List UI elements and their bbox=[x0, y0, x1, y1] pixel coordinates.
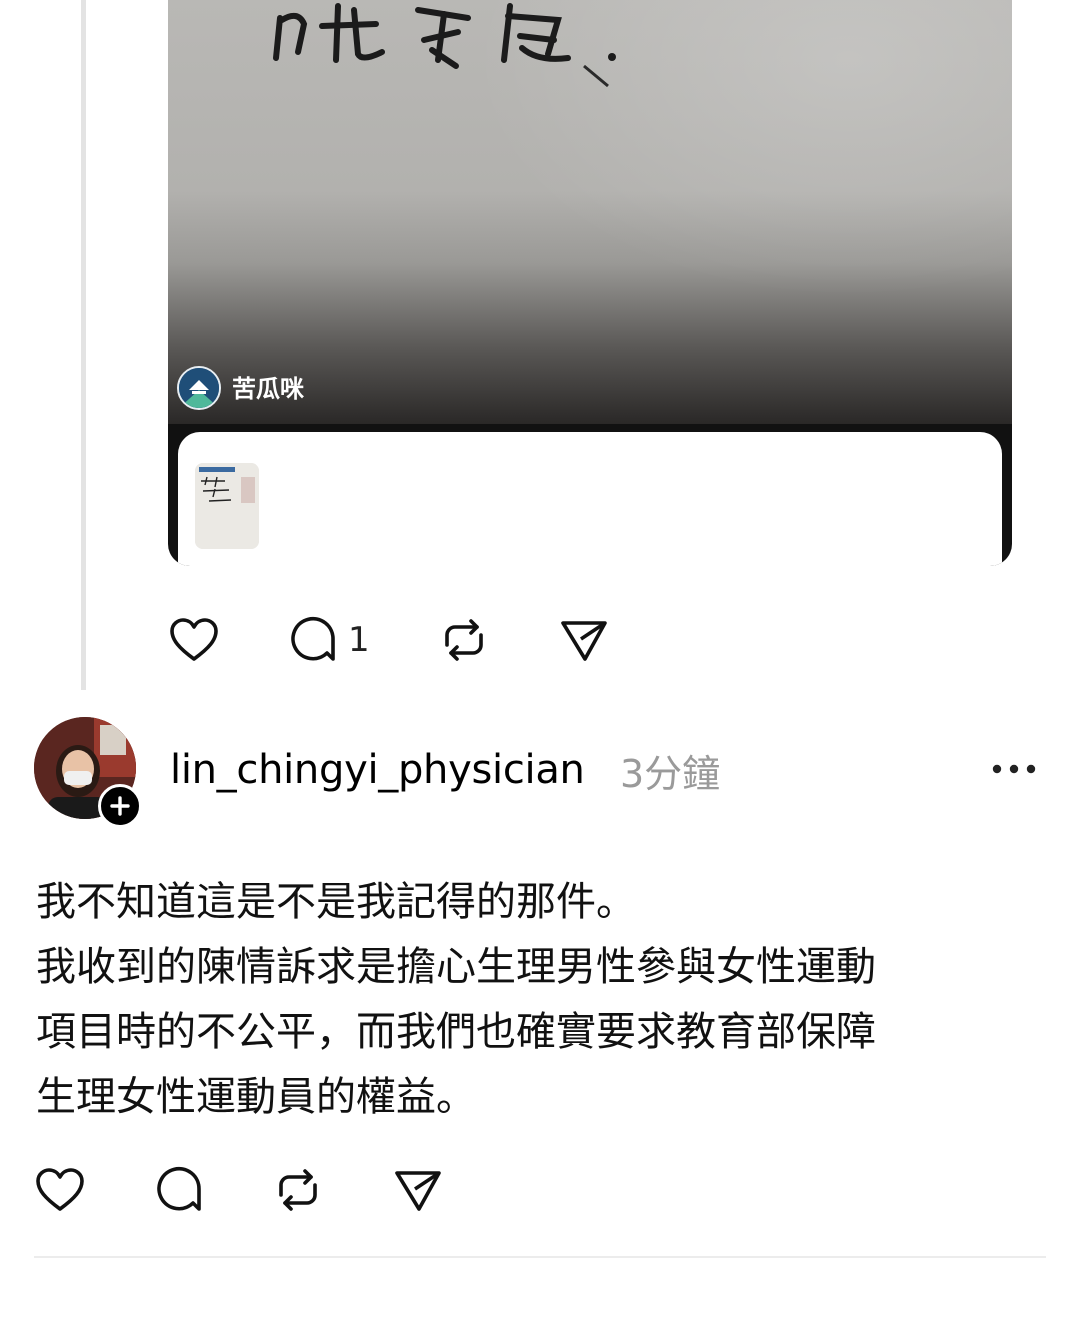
repost-button[interactable] bbox=[436, 612, 492, 668]
post-text-line: 我收到的陳情訴求是擔心生理男性參與女性運動 bbox=[36, 944, 876, 990]
source-logo-icon[interactable] bbox=[177, 366, 221, 410]
send-icon bbox=[395, 1171, 441, 1211]
comment-icon bbox=[157, 1166, 201, 1211]
link-thumbnail bbox=[195, 463, 259, 549]
share-button[interactable] bbox=[390, 1162, 446, 1218]
more-horizontal-icon bbox=[992, 764, 1036, 774]
repost-icon bbox=[279, 1169, 317, 1211]
reply-button[interactable] bbox=[152, 1162, 208, 1218]
post-timestamp: 3分鐘 bbox=[620, 752, 721, 796]
post-text-line: 我不知道這是不是我記得的那件。 bbox=[36, 879, 636, 925]
repost-button[interactable] bbox=[270, 1162, 326, 1218]
more-options-button[interactable] bbox=[986, 748, 1042, 790]
reply-count: 1 bbox=[348, 620, 370, 660]
plus-icon bbox=[110, 796, 130, 816]
heart-icon bbox=[170, 618, 218, 661]
thread-line bbox=[81, 0, 86, 690]
post-text-line: 生理女性運動員的權益。 bbox=[36, 1074, 476, 1120]
username[interactable]: lin_chingyi_physician bbox=[170, 744, 585, 796]
embedded-video-card[interactable]: 苦瓜咪 bbox=[168, 0, 1012, 566]
video-frame[interactable]: 苦瓜咪 bbox=[168, 0, 1012, 424]
repost-icon bbox=[445, 619, 483, 661]
media-source-name[interactable]: 苦瓜咪 bbox=[232, 374, 304, 404]
post-text: 我不知道這是不是我記得的那件。 我收到的陳情訴求是擔心生理男性參與女性運動 項目… bbox=[36, 870, 996, 1130]
follow-button[interactable] bbox=[98, 784, 142, 828]
post-divider bbox=[34, 1256, 1046, 1258]
share-button[interactable] bbox=[556, 612, 612, 668]
heart-icon bbox=[36, 1168, 84, 1211]
send-icon bbox=[561, 621, 607, 661]
link-preview-card[interactable] bbox=[178, 432, 1002, 566]
like-button[interactable] bbox=[32, 1162, 88, 1218]
comment-icon bbox=[291, 616, 335, 661]
like-button[interactable] bbox=[166, 612, 222, 668]
post-text-line: 項目時的不公平，而我們也確實要求教育部保障 bbox=[36, 1009, 876, 1055]
handwriting-image bbox=[273, 3, 616, 88]
reply-button[interactable] bbox=[286, 612, 342, 668]
